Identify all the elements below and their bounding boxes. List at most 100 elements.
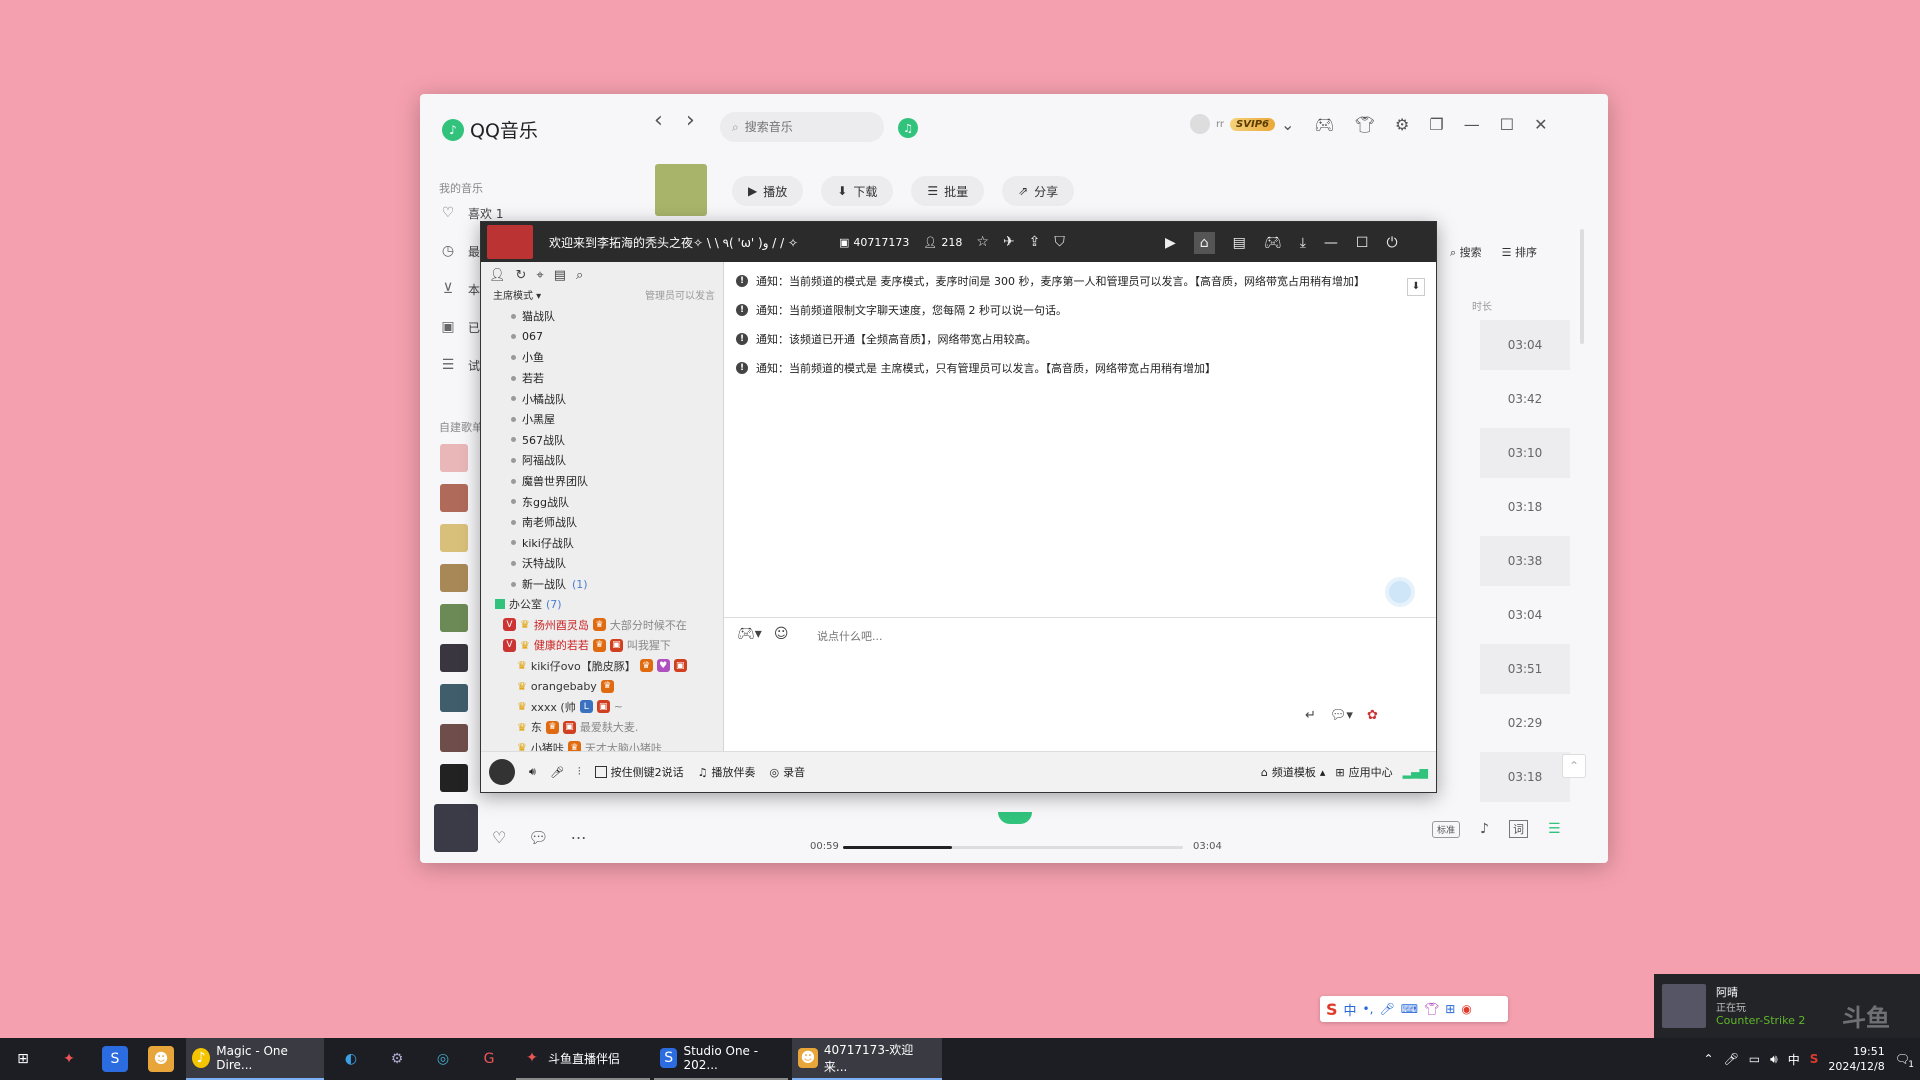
clock[interactable]: 19:51 2024/12/8 bbox=[1828, 1044, 1884, 1074]
list-item[interactable]: ♛ 东 ♛ ▣ 最爱麸大麦. bbox=[481, 717, 723, 738]
sogou-logo-icon[interactable]: S bbox=[1326, 1000, 1338, 1019]
chevron-up-icon[interactable]: ⌃ bbox=[1703, 1052, 1713, 1066]
toolbox-icon[interactable]: ⊞ bbox=[1445, 1002, 1455, 1016]
enter-icon[interactable]: ↵ bbox=[1305, 708, 1316, 723]
list-item[interactable]: 若若 bbox=[481, 368, 723, 389]
user-profile[interactable]: rr SVIP6 ⌄ bbox=[1190, 114, 1294, 134]
download-icon[interactable]: ⤓ bbox=[1300, 235, 1306, 251]
list-item[interactable]: 沃特战队 bbox=[481, 553, 723, 574]
douyu-app-icon[interactable]: ✦ bbox=[56, 1046, 82, 1072]
settings-icon[interactable]: ⚙ bbox=[1395, 115, 1409, 134]
list-item[interactable]: 新一战队 (1) bbox=[481, 574, 723, 595]
minimize-icon[interactable]: — bbox=[1324, 235, 1338, 251]
chat-input[interactable] bbox=[817, 626, 1377, 646]
list-item[interactable]: 魔兽世界团队 bbox=[481, 471, 723, 492]
search-input[interactable] bbox=[744, 120, 855, 134]
taskbar-app-voice[interactable]: ☻ 40717173-欢迎来... bbox=[792, 1038, 942, 1080]
taskbar-app-studio[interactable]: S Studio One - 202... bbox=[654, 1038, 788, 1080]
keyboard-icon[interactable]: ⌨ bbox=[1401, 1002, 1418, 1016]
play-pause-button[interactable] bbox=[998, 812, 1032, 824]
sticker-icon[interactable]: ☺ bbox=[774, 626, 789, 642]
microphone-icon[interactable]: 🎤︎ bbox=[1379, 1002, 1394, 1016]
gamepad-icon[interactable]: 🎮︎ bbox=[1314, 115, 1334, 134]
plane-icon[interactable]: ✈ bbox=[1003, 234, 1015, 250]
search-box[interactable]: ⌕ bbox=[720, 112, 884, 142]
studio-one-icon[interactable]: S bbox=[102, 1046, 128, 1072]
list-item[interactable]: V ♛ 扬州酉灵岛 ♛ 大部分时候不在 bbox=[481, 614, 723, 635]
mini-mode-icon[interactable]: ❐ bbox=[1429, 115, 1443, 134]
accompany-button[interactable]: ♫ 播放伴奏 bbox=[698, 764, 756, 780]
emoji-game-icon[interactable]: 🎮︎▾ bbox=[737, 626, 762, 642]
home-icon[interactable]: ⌂ bbox=[1193, 232, 1215, 254]
edge-icon[interactable]: ◐ bbox=[338, 1046, 364, 1072]
music-recognition-icon[interactable]: ♫ bbox=[898, 118, 918, 138]
lyric-button[interactable]: 词 bbox=[1508, 820, 1528, 838]
list-item[interactable]: 小橘战队 bbox=[481, 388, 723, 409]
now-playing-cover[interactable] bbox=[434, 804, 478, 852]
qq-music-logo[interactable]: ♪ QQ音乐 bbox=[442, 116, 538, 143]
microphone-icon[interactable]: 🎤︎ bbox=[550, 766, 564, 779]
playlist-cover[interactable] bbox=[440, 724, 468, 752]
maximize-icon[interactable]: ☐ bbox=[1356, 235, 1369, 251]
playlist-cover[interactable] bbox=[440, 564, 468, 592]
more-icon[interactable]: ⋯ bbox=[571, 828, 587, 847]
punctuation-icon[interactable]: •, bbox=[1363, 1002, 1374, 1016]
settings-icon[interactable]: ◉ bbox=[1461, 1002, 1471, 1016]
playlist-cover[interactable] bbox=[440, 604, 468, 632]
star-icon[interactable]: ☆ bbox=[976, 234, 989, 250]
scroll-top-button[interactable]: ⌃ bbox=[1562, 754, 1586, 778]
playlist-cover[interactable] bbox=[440, 684, 468, 712]
windows-start-icon[interactable]: ⊞ bbox=[10, 1046, 36, 1072]
list-item[interactable]: 东gg战队 bbox=[481, 491, 723, 512]
power-icon[interactable]: ⏻ bbox=[1386, 235, 1397, 251]
comment-icon[interactable]: 💬︎ bbox=[528, 828, 548, 847]
template-button[interactable]: ⌂ 频道模板 ▴ bbox=[1261, 764, 1326, 780]
app-center-button[interactable]: ⊞ 应用中心 bbox=[1335, 764, 1392, 780]
maximize-icon[interactable]: ☐ bbox=[1500, 115, 1514, 134]
playlist-cover[interactable] bbox=[440, 644, 468, 672]
ime-language[interactable]: 中 bbox=[1344, 1000, 1357, 1019]
microphone-icon[interactable]: 🎤︎ bbox=[1724, 1052, 1739, 1066]
list-item[interactable]: 067 bbox=[481, 327, 723, 348]
speaker-icon[interactable]: 🔊︎ bbox=[529, 765, 536, 779]
playlist-cover[interactable] bbox=[440, 444, 468, 472]
refresh-icon[interactable]: ↻ bbox=[516, 268, 527, 283]
list-item[interactable]: 小黑屋 bbox=[481, 409, 723, 430]
batch-button[interactable]: ☰ 批量 bbox=[911, 176, 985, 206]
volume-icon[interactable]: 🔊︎ bbox=[1770, 1052, 1778, 1067]
user-icon[interactable]: 👤︎ bbox=[489, 268, 506, 283]
skin-icon[interactable]: 👕︎ bbox=[1424, 1002, 1439, 1016]
board-icon[interactable]: ▤ bbox=[1233, 235, 1246, 251]
shield-icon[interactable]: ⛉ bbox=[1054, 234, 1065, 250]
ptt-checkbox[interactable]: 按住侧键2说话 bbox=[594, 764, 684, 780]
equalizer-icon[interactable]: ⫶ bbox=[578, 765, 581, 779]
fish-app-icon[interactable]: ☻ bbox=[148, 1046, 174, 1072]
close-icon[interactable]: ✕ bbox=[1534, 115, 1547, 134]
playlist-cover[interactable] bbox=[440, 764, 468, 792]
list-item[interactable]: ♛ orangebaby ♛ bbox=[481, 676, 723, 697]
notification-center-icon[interactable]: 🗨︎ 1 bbox=[1895, 1052, 1914, 1070]
record-button[interactable]: ◎ 录音 bbox=[770, 764, 806, 780]
list-sort-button[interactable]: ☰ 排序 bbox=[1502, 244, 1537, 260]
office-channel[interactable]: 办公室 (7) bbox=[481, 594, 723, 614]
notes-icon[interactable]: ▤ bbox=[554, 268, 566, 283]
taskbar-app-music[interactable]: ♪ Magic - One Dire... bbox=[186, 1038, 324, 1080]
playlist-cover[interactable] bbox=[440, 484, 468, 512]
mode-select[interactable]: 主席模式 ▾ bbox=[493, 287, 541, 302]
sound-effect-icon[interactable]: ♪ bbox=[1480, 821, 1489, 837]
playlist-cover[interactable] bbox=[440, 524, 468, 552]
search-icon[interactable]: ⌕ bbox=[576, 268, 583, 283]
list-item[interactable]: 小鱼 bbox=[481, 347, 723, 368]
network-icon[interactable]: ▭ bbox=[1749, 1052, 1760, 1066]
friend-notification[interactable]: 阿晴 正在玩 Counter-Strike 2 斗鱼 bbox=[1654, 974, 1920, 1038]
video-icon[interactable]: ▶ bbox=[1165, 235, 1176, 251]
progress-bar[interactable] bbox=[843, 846, 1183, 849]
list-item[interactable]: kiki仔战队 bbox=[481, 533, 723, 554]
ime-indicator[interactable]: 中 bbox=[1788, 1051, 1800, 1068]
play-button[interactable]: ▶ 播放 bbox=[732, 176, 804, 206]
location-icon[interactable]: ⌖ bbox=[536, 268, 543, 283]
playlist-queue-icon[interactable]: ☰ bbox=[1548, 821, 1561, 837]
scrollbar[interactable] bbox=[1580, 229, 1584, 344]
share-icon[interactable]: ⇪ bbox=[1029, 234, 1041, 250]
download-button[interactable]: ⬇ 下载 bbox=[821, 176, 894, 206]
